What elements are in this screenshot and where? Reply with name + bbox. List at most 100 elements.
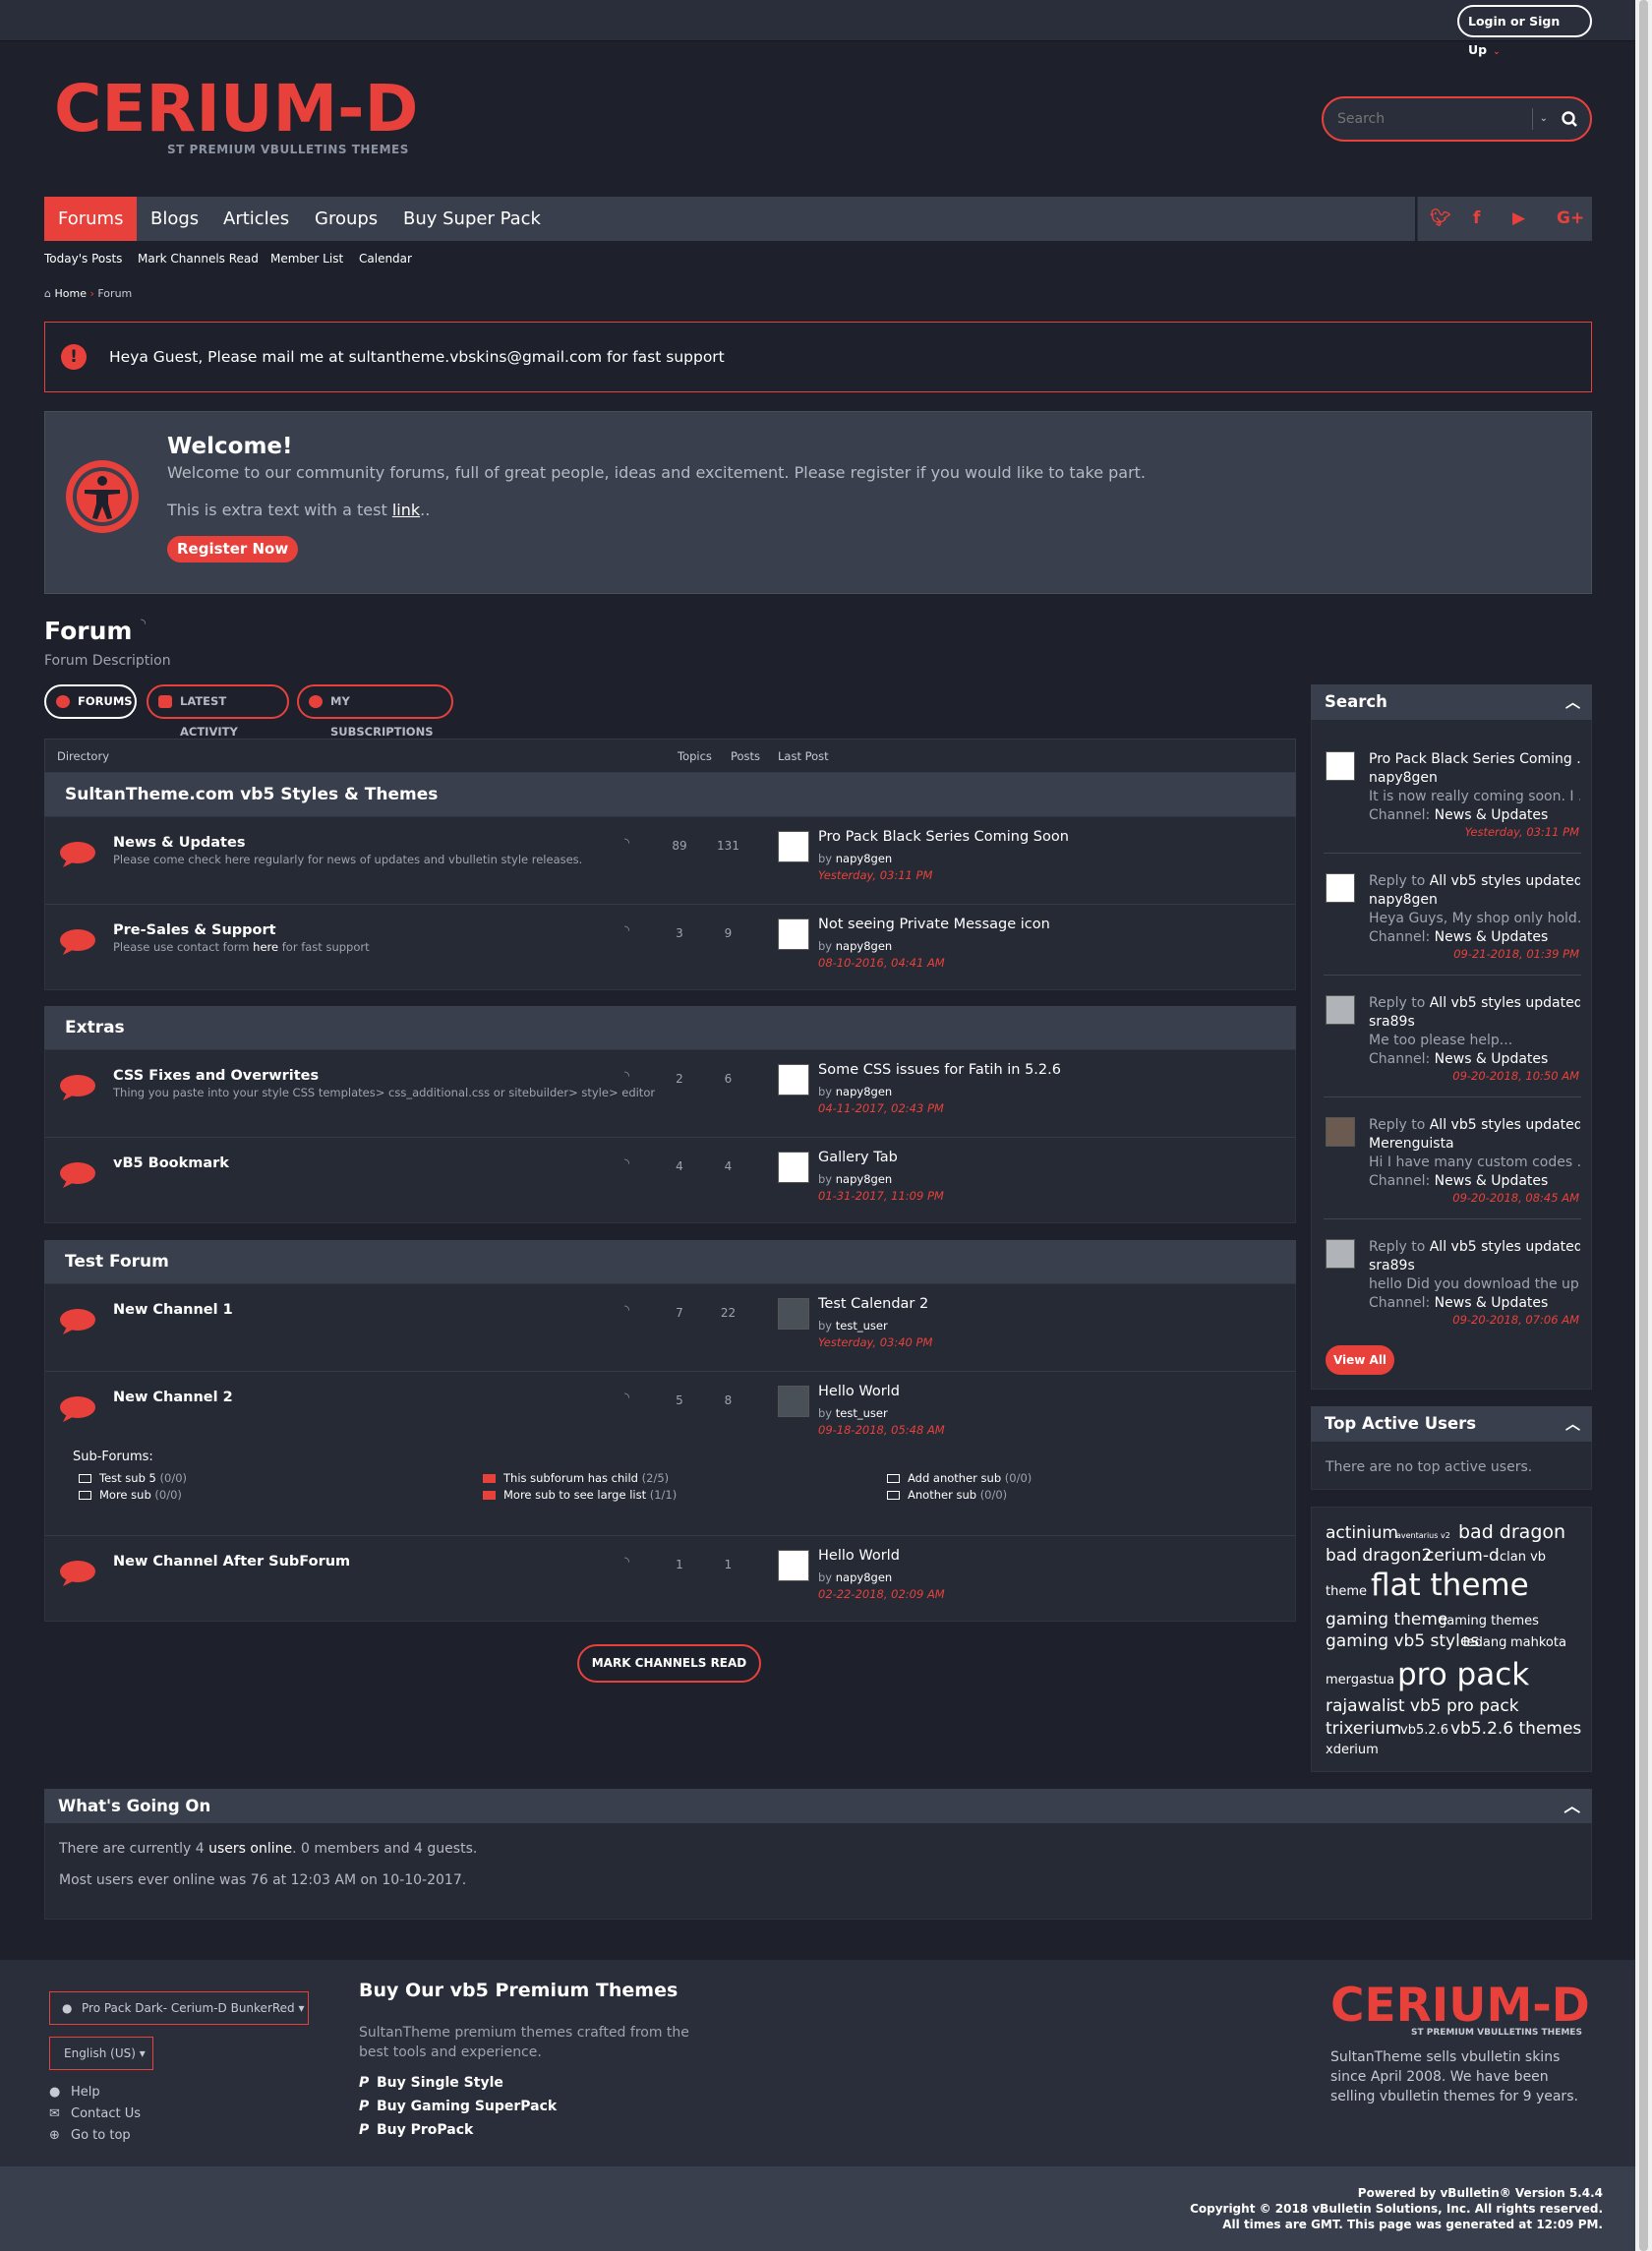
tab-articles[interactable]: Articles: [223, 197, 289, 241]
search-input[interactable]: [1337, 109, 1534, 129]
tag-link[interactable]: cerium-d: [1425, 1546, 1500, 1566]
activity-topic[interactable]: Pro Pack Black Series Coming ...: [1369, 751, 1580, 767]
contact-us-link[interactable]: ✉ Contact Us: [49, 2106, 141, 2121]
tag-link[interactable]: mahkota: [1510, 1635, 1566, 1650]
rss-icon[interactable]: ◝: [624, 1555, 629, 1570]
avatar[interactable]: [778, 1298, 809, 1330]
tag-link[interactable]: bad dragon2: [1326, 1546, 1432, 1566]
rss-icon[interactable]: ◝: [624, 1391, 629, 1405]
subforum-link[interactable]: More sub to see large list (1/1): [483, 1488, 677, 1502]
forum-title[interactable]: New Channel 2: [113, 1390, 233, 1405]
forum-title[interactable]: New Channel After SubForum: [113, 1554, 350, 1570]
google-plus-icon[interactable]: G+: [1557, 197, 1584, 241]
forum-row[interactable]: New Channel 2 ◝ 5 8 Hello World by test_…: [45, 1372, 1295, 1536]
buy-propack-link[interactable]: P Buy ProPack: [359, 2122, 473, 2138]
last-post-title[interactable]: Not seeing Private Message icon: [818, 917, 1050, 932]
test-link[interactable]: link: [392, 501, 420, 519]
tab-groups[interactable]: Groups: [315, 197, 378, 241]
facebook-icon[interactable]: f: [1473, 197, 1480, 241]
avatar[interactable]: [778, 831, 809, 862]
tag-link[interactable]: clan vb: [1500, 1550, 1546, 1565]
activity-user[interactable]: Merenguista: [1369, 1136, 1580, 1152]
rss-icon[interactable]: ◝: [624, 1069, 629, 1084]
last-post-title[interactable]: Pro Pack Black Series Coming Soon: [818, 829, 1069, 845]
whats-going-on-header[interactable]: What's Going On ︿: [44, 1789, 1592, 1823]
avatar[interactable]: [1326, 751, 1355, 781]
footer-logo[interactable]: CERIUM-D: [1330, 1983, 1590, 2029]
tag-link[interactable]: mergastua: [1326, 1673, 1394, 1688]
tag-link[interactable]: vb5.2.6: [1400, 1723, 1448, 1738]
forum-row[interactable]: Pre-Sales & Support Please use contact f…: [45, 905, 1295, 992]
subforum-link[interactable]: More sub (0/0): [79, 1488, 182, 1502]
rss-icon[interactable]: ◝: [624, 1303, 629, 1318]
last-post-user[interactable]: napy8gen: [836, 852, 892, 865]
login-signup-button[interactable]: Login or Sign Up ⌄: [1457, 5, 1592, 57]
activity-item[interactable]: Reply to All vb5 styles updated napy8gen…: [1324, 873, 1581, 981]
activity-user[interactable]: sra89s: [1369, 1258, 1580, 1274]
avatar[interactable]: [1326, 873, 1355, 903]
avatar[interactable]: [778, 1550, 809, 1581]
tab-forums[interactable]: Forums: [44, 197, 138, 241]
tag-link[interactable]: xderium: [1326, 1743, 1379, 1757]
activity-item[interactable]: Pro Pack Black Series Coming ... napy8ge…: [1324, 751, 1581, 859]
avatar[interactable]: [778, 1152, 809, 1183]
last-post-title[interactable]: Some CSS issues for Fatih in 5.2.6: [818, 1062, 1061, 1078]
subnav-mark-channels-read[interactable]: Mark Channels Read: [138, 252, 259, 266]
subforum-link[interactable]: Another sub (0/0): [887, 1488, 1007, 1502]
activity-user[interactable]: sra89s: [1369, 1014, 1580, 1030]
sidebar-search-header[interactable]: Search ︿: [1311, 684, 1592, 720]
mark-channels-read-button[interactable]: MARK CHANNELS READ: [577, 1644, 761, 1683]
chevron-up-icon[interactable]: ︿: [1565, 684, 1580, 720]
language-select[interactable]: English (US) ▾: [49, 2037, 153, 2070]
avatar[interactable]: [1326, 1117, 1355, 1147]
subforum-link[interactable]: This subforum has child (2/5): [483, 1471, 669, 1485]
rss-icon[interactable]: ◝: [624, 923, 629, 938]
tab-latest-activity[interactable]: LATEST ACTIVITY: [147, 684, 289, 739]
tag-link[interactable]: actinium: [1326, 1523, 1398, 1543]
subnav-member-list[interactable]: Member List: [270, 252, 343, 266]
tag-link[interactable]: gaming theme: [1326, 1610, 1447, 1629]
activity-user[interactable]: napy8gen: [1369, 770, 1580, 786]
subforum-link[interactable]: Test sub 5 (0/0): [79, 1471, 187, 1485]
rss-icon[interactable]: ◝: [624, 1156, 629, 1171]
tab-buy-super-pack[interactable]: Buy Super Pack: [403, 197, 541, 241]
tab-blogs[interactable]: Blogs: [150, 197, 199, 241]
tab-forums-pill[interactable]: FORUMS: [44, 684, 137, 719]
tag-link[interactable]: pro pack: [1397, 1657, 1529, 1692]
last-post-user[interactable]: test_user: [836, 1319, 888, 1333]
last-post-user[interactable]: napy8gen: [836, 1172, 892, 1186]
tag-link[interactable]: rajawali: [1326, 1696, 1390, 1716]
register-now-button[interactable]: Register Now: [167, 536, 299, 563]
activity-item[interactable]: Reply to All vb5 styles updated sra89s h…: [1324, 1239, 1581, 1337]
last-post-title[interactable]: Hello World: [818, 1384, 900, 1399]
rss-icon[interactable]: ◝: [141, 617, 146, 631]
rss-icon[interactable]: ◝: [624, 836, 629, 851]
subforum-link[interactable]: Add another sub (0/0): [887, 1471, 1032, 1485]
site-logo[interactable]: CERIUM-D: [54, 77, 418, 142]
forum-title[interactable]: Pre-Sales & Support: [113, 922, 276, 938]
buy-single-style-link[interactable]: P Buy Single Style: [359, 2075, 503, 2091]
tag-link[interactable]: gaming vb5 styles: [1326, 1631, 1479, 1651]
go-to-top-link[interactable]: ⊕ Go to top: [49, 2128, 131, 2143]
chevron-up-icon[interactable]: ︿: [1565, 1406, 1580, 1442]
search-icon[interactable]: [1560, 109, 1581, 131]
breadcrumb-home[interactable]: Home: [54, 287, 86, 300]
subnav-calendar[interactable]: Calendar: [359, 252, 412, 266]
forum-title[interactable]: News & Updates: [113, 835, 245, 851]
last-post-user[interactable]: napy8gen: [836, 1570, 892, 1584]
avatar[interactable]: [778, 918, 809, 950]
users-online-link[interactable]: users online: [208, 1841, 292, 1857]
forum-title[interactable]: New Channel 1: [113, 1302, 233, 1318]
forum-row[interactable]: vB5 Bookmark ◝ 4 4 Gallery Tab by napy8g…: [45, 1138, 1295, 1225]
help-link[interactable]: ● Help: [49, 2085, 100, 2100]
avatar[interactable]: [1326, 1239, 1355, 1269]
view-all-button[interactable]: View All: [1326, 1345, 1394, 1375]
tag-link[interactable]: flat theme: [1371, 1568, 1529, 1603]
avatar[interactable]: [1326, 995, 1355, 1025]
activity-user[interactable]: napy8gen: [1369, 892, 1580, 908]
contact-form-link[interactable]: here: [253, 940, 278, 954]
buy-gaming-superpack-link[interactable]: P Buy Gaming SuperPack: [359, 2099, 557, 2114]
section-header[interactable]: SultanTheme.com vb5 Styles & Themes: [44, 773, 1296, 822]
top-users-header[interactable]: Top Active Users ︿: [1311, 1406, 1592, 1442]
last-post-title[interactable]: Test Calendar 2: [818, 1296, 928, 1312]
